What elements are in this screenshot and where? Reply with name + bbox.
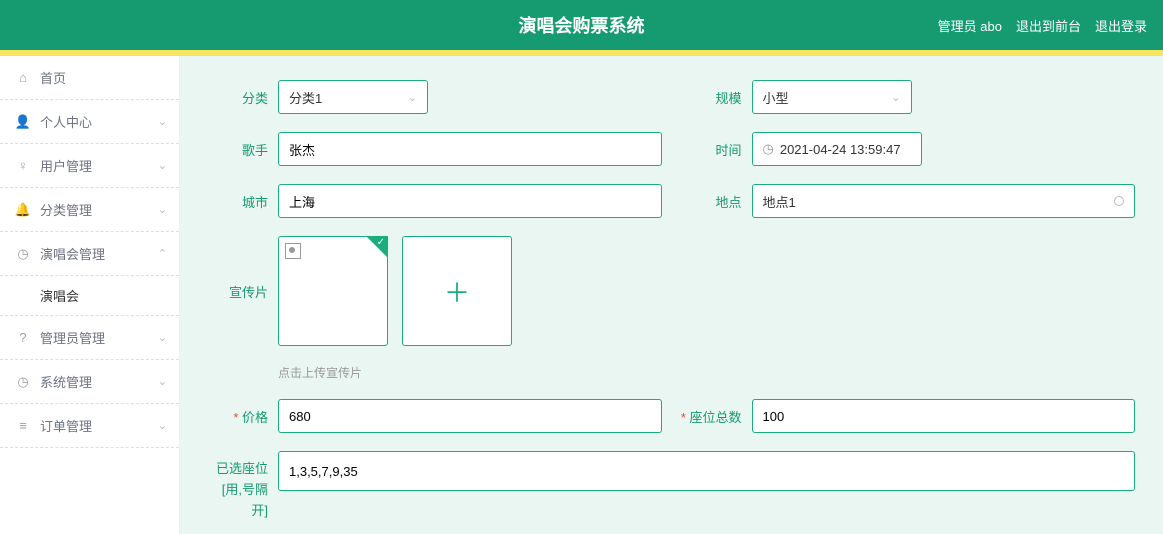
select-value: 小型: [763, 88, 789, 107]
select-value: 2021-04-24 13:59:47: [780, 142, 901, 157]
scale-label: 规模: [672, 88, 742, 107]
selected-seats-label: 已选座位 [用,号隔 开]: [208, 451, 268, 521]
add-poster-button[interactable]: ＋: [402, 236, 512, 346]
city-label: 城市: [208, 192, 268, 211]
bell-icon: 🔔: [14, 202, 32, 218]
poster-label: 宣传片: [208, 282, 268, 301]
singer-label: 歌手: [208, 140, 268, 159]
sidebar-item-users[interactable]: ♀ 用户管理 ⌄: [0, 144, 179, 188]
sidebar-item-label: 演唱会管理: [40, 244, 105, 263]
sidebar-item-personal[interactable]: 👤 个人中心 ⌄: [0, 100, 179, 144]
chevron-down-icon: ⌄: [158, 419, 167, 432]
sidebar-item-label: 演唱会: [40, 289, 79, 304]
venue-label: 地点: [672, 192, 742, 211]
time-label: 时间: [672, 140, 742, 159]
sidebar-item-label: 个人中心: [40, 112, 92, 131]
home-icon: ⌂: [14, 70, 32, 85]
list-icon: ≡: [14, 418, 32, 433]
sidebar-item-label: 系统管理: [40, 372, 92, 391]
broken-image-icon: [285, 243, 301, 259]
city-input-wrapper: [278, 184, 662, 218]
chevron-down-icon: ⌄: [158, 375, 167, 388]
sidebar-subitem-concert[interactable]: 演唱会: [0, 276, 179, 316]
sidebar-item-label: 管理员管理: [40, 328, 105, 347]
seats-input[interactable]: [763, 409, 1125, 424]
sidebar-item-label: 分类管理: [40, 200, 92, 219]
sidebar-item-label: 用户管理: [40, 156, 92, 175]
chevron-down-icon: ⌄: [891, 91, 900, 104]
category-label: 分类: [208, 88, 268, 107]
price-input-wrapper: [278, 399, 662, 433]
sidebar-item-label: 首页: [40, 68, 66, 87]
venue-select[interactable]: 地点1: [752, 184, 1136, 218]
admin-label[interactable]: 管理员 abo: [938, 16, 1002, 35]
chevron-down-icon: ⌄: [158, 331, 167, 344]
price-input[interactable]: [289, 409, 651, 424]
clock-icon: ◷: [14, 374, 32, 390]
form-panel: 分类 分类1 ⌄ 规模 小型 ⌄ 歌手 时间 ◷ 2021-04: [180, 56, 1163, 534]
seats-label: 座位总数: [672, 407, 742, 426]
bulb-icon: ♀: [14, 158, 32, 173]
poster-helper-text: 点击上传宣传片: [278, 364, 1135, 381]
poster-thumbnail[interactable]: ✓: [278, 236, 388, 346]
sidebar-item-admin[interactable]: ? 管理员管理 ⌄: [0, 316, 179, 360]
select-value: 地点1: [763, 192, 796, 211]
sidebar-item-home[interactable]: ⌂ 首页: [0, 56, 179, 100]
radio-icon: [1114, 196, 1124, 206]
chevron-down-icon: ⌄: [158, 203, 167, 216]
help-icon: ?: [14, 330, 32, 345]
exit-front-link[interactable]: 退出到前台: [1016, 16, 1081, 35]
sidebar-item-orders[interactable]: ≡ 订单管理 ⌄: [0, 404, 179, 448]
singer-input-wrapper: [278, 132, 662, 166]
app-title: 演唱会购票系统: [519, 12, 645, 38]
logout-link[interactable]: 退出登录: [1095, 16, 1147, 35]
category-select[interactable]: 分类1 ⌄: [278, 80, 428, 114]
check-icon: ✓: [377, 237, 385, 248]
selected-seats-input[interactable]: [289, 464, 1124, 479]
chevron-down-icon: ⌄: [158, 159, 167, 172]
time-picker[interactable]: ◷ 2021-04-24 13:59:47: [752, 132, 922, 166]
sidebar-item-system[interactable]: ◷ 系统管理 ⌄: [0, 360, 179, 404]
scale-select[interactable]: 小型 ⌄: [752, 80, 912, 114]
price-label: 价格: [208, 407, 268, 426]
clock-icon: ◷: [14, 246, 32, 262]
sidebar-item-category[interactable]: 🔔 分类管理 ⌄: [0, 188, 179, 232]
app-header: 演唱会购票系统 管理员 abo 退出到前台 退出登录: [0, 0, 1163, 50]
singer-input[interactable]: [289, 142, 651, 157]
sidebar-item-concert[interactable]: ◷ 演唱会管理 ⌃: [0, 232, 179, 276]
select-value: 分类1: [289, 88, 322, 107]
clock-icon: ◷: [763, 141, 774, 157]
chevron-down-icon: ⌄: [408, 91, 417, 104]
chevron-up-icon: ⌃: [158, 247, 167, 260]
selected-seats-input-wrapper: [278, 451, 1135, 491]
user-icon: 👤: [14, 114, 32, 130]
sidebar-item-label: 订单管理: [40, 416, 92, 435]
plus-icon: ＋: [444, 273, 470, 310]
city-input[interactable]: [289, 194, 651, 209]
seats-input-wrapper: [752, 399, 1136, 433]
sidebar: ⌂ 首页 👤 个人中心 ⌄ ♀ 用户管理 ⌄ 🔔 分类管理 ⌄ ◷ 演唱会管理: [0, 56, 180, 534]
chevron-down-icon: ⌄: [158, 115, 167, 128]
